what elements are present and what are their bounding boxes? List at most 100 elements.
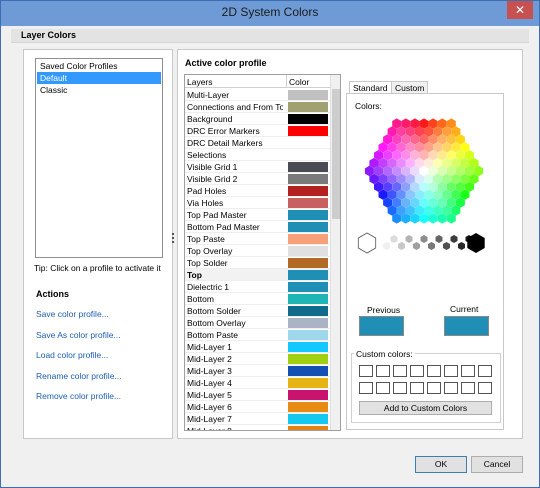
table-row[interactable]: Top Solder [185,257,330,269]
palette-gray-hex[interactable] [420,235,428,243]
custom-color-cell[interactable] [410,382,424,394]
custom-color-cell[interactable] [444,365,458,377]
layer-color-swatch[interactable] [288,282,328,292]
table-row[interactable]: Connections and From Tos [185,101,330,113]
table-row[interactable]: Top Paste [185,233,330,245]
scrollbar-thumb[interactable] [332,89,340,219]
vertical-scrollbar[interactable] [330,75,340,430]
custom-color-cell[interactable] [376,365,390,377]
table-row[interactable]: DRC Error Markers [185,125,330,137]
layer-color-swatch[interactable] [288,306,328,316]
layer-color-swatch[interactable] [288,162,328,172]
add-to-custom-colors-button[interactable]: Add to Custom Colors [359,401,492,415]
custom-color-cell[interactable] [427,365,441,377]
table-row[interactable]: Mid-Layer 5 [185,389,330,401]
palette-gray-hex[interactable] [450,235,458,243]
layer-color-swatch[interactable] [288,186,328,196]
table-row[interactable]: Mid-Layer 1 [185,341,330,353]
layer-color-swatch[interactable] [288,378,328,388]
action-link[interactable]: Save color profile... [36,309,109,319]
custom-color-cell[interactable] [461,365,475,377]
palette-gray-hex[interactable] [413,242,420,250]
layer-color-swatch[interactable] [288,198,328,208]
table-row[interactable]: Bottom [185,293,330,305]
layer-color-swatch[interactable] [288,210,328,220]
layer-color-swatch[interactable] [288,258,328,268]
layer-color-swatch[interactable] [288,246,328,256]
layer-color-table[interactable]: Layers Color Multi-Layer Connections and … [184,74,341,431]
table-row[interactable]: Visible Grid 2 [185,173,330,185]
custom-color-cell[interactable] [478,365,492,377]
layer-color-swatch[interactable] [288,402,328,412]
palette-gray-hex[interactable] [390,235,398,243]
table-row[interactable]: Top [185,269,330,281]
title-bar[interactable]: 2D System Colors ✕ [1,1,539,26]
palette-gray-hex[interactable] [383,242,390,250]
action-link[interactable]: Remove color profile... [36,391,121,401]
custom-color-cell[interactable] [359,365,373,377]
layer-color-swatch[interactable] [288,126,328,136]
profile-item[interactable]: Classic [37,84,161,96]
palette-gray-hex[interactable] [443,242,450,250]
layer-color-swatch[interactable] [288,342,328,352]
table-row[interactable]: Mid-Layer 6 [185,401,330,413]
palette-gray-hex[interactable] [435,235,443,243]
palette-gray-hex[interactable] [357,232,377,254]
table-row[interactable]: Selections [185,149,330,161]
action-link[interactable]: Save As color profile... [36,330,121,340]
table-row[interactable]: Mid-Layer 8 [185,425,330,430]
layer-color-swatch[interactable] [288,330,328,340]
layer-color-swatch[interactable] [288,354,328,364]
layer-color-swatch[interactable] [288,150,328,160]
profile-list[interactable]: Saved Color Profiles Default Classic [35,58,163,258]
profile-item[interactable]: Default [37,72,161,84]
table-row[interactable]: Background [185,113,330,125]
custom-color-cell[interactable] [478,382,492,394]
column-header-color[interactable]: Color [289,77,309,87]
table-row[interactable]: Pad Holes [185,185,330,197]
palette-gray-hex[interactable] [398,242,405,250]
layer-color-swatch[interactable] [288,102,328,112]
custom-color-cell[interactable] [461,382,475,394]
layer-color-swatch[interactable] [288,222,328,232]
table-row[interactable]: Bottom Paste [185,329,330,341]
layer-color-swatch[interactable] [288,234,328,244]
layer-color-swatch[interactable] [288,366,328,376]
layer-color-swatch[interactable] [288,90,328,100]
layer-color-swatch[interactable] [288,390,328,400]
layer-color-swatch[interactable] [288,294,328,304]
splitter-handle[interactable] [172,233,175,247]
cancel-button[interactable]: Cancel [471,456,523,473]
table-row[interactable]: Bottom Overlay [185,317,330,329]
layer-color-swatch[interactable] [288,174,328,184]
palette-gray-hex[interactable] [458,242,465,250]
custom-color-cell[interactable] [410,365,424,377]
custom-color-cell[interactable] [393,365,407,377]
table-row[interactable]: Mid-Layer 7 [185,413,330,425]
action-link[interactable]: Rename color profile... [36,371,122,381]
close-button[interactable]: ✕ [507,1,533,19]
layer-color-swatch[interactable] [288,270,328,280]
table-row[interactable]: Top Overlay [185,245,330,257]
table-row[interactable]: Visible Grid 1 [185,161,330,173]
palette-gray-hex[interactable] [428,242,435,250]
table-row[interactable]: Mid-Layer 2 [185,353,330,365]
table-row[interactable]: Bottom Pad Master [185,221,330,233]
layer-color-swatch[interactable] [288,318,328,328]
palette-gray-hex[interactable] [405,235,413,243]
table-row[interactable]: Mid-Layer 4 [185,377,330,389]
column-header-layers[interactable]: Layers [187,77,213,87]
table-row[interactable]: DRC Detail Markers [185,137,330,149]
color-hexagon-palette[interactable] [354,111,494,271]
ok-button[interactable]: OK [415,456,467,473]
table-row[interactable]: Top Pad Master [185,209,330,221]
layer-color-swatch[interactable] [288,114,328,124]
layer-color-swatch[interactable] [288,414,328,424]
layer-color-swatch[interactable] [288,426,328,430]
table-row[interactable]: Dielectric 1 [185,281,330,293]
custom-color-cell[interactable] [376,382,390,394]
table-row[interactable]: Via Holes [185,197,330,209]
layer-color-swatch[interactable] [288,138,328,148]
custom-color-cell[interactable] [427,382,441,394]
table-row[interactable]: Mid-Layer 3 [185,365,330,377]
